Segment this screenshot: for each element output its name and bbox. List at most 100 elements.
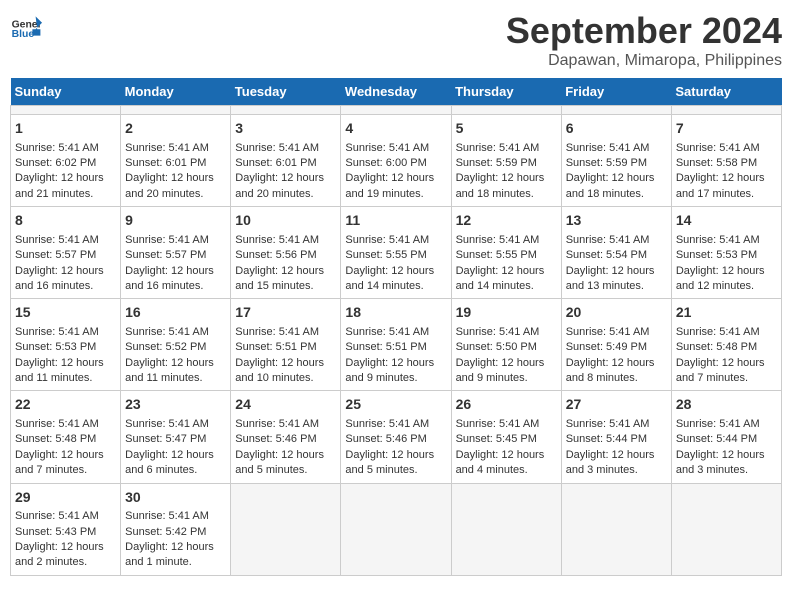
calendar-table: Sunday Monday Tuesday Wednesday Thursday… — [10, 78, 782, 576]
sunrise-label: Sunrise: 5:41 AM — [15, 326, 99, 338]
sunset-label: Sunset: 5:58 PM — [676, 157, 757, 169]
col-friday: Friday — [561, 78, 671, 106]
calendar-row: 22 Sunrise: 5:41 AM Sunset: 5:48 PM Dayl… — [11, 391, 782, 483]
logo: General Blue — [10, 10, 42, 42]
sunset-label: Sunset: 5:55 PM — [345, 249, 426, 261]
day-number: 13 — [566, 211, 667, 231]
calendar-row: 29 Sunrise: 5:41 AM Sunset: 5:43 PM Dayl… — [11, 483, 782, 575]
svg-text:Blue: Blue — [12, 29, 35, 40]
col-tuesday: Tuesday — [231, 78, 341, 106]
table-row: 10 Sunrise: 5:41 AM Sunset: 5:56 PM Dayl… — [231, 207, 341, 299]
col-monday: Monday — [121, 78, 231, 106]
table-row: 22 Sunrise: 5:41 AM Sunset: 5:48 PM Dayl… — [11, 391, 121, 483]
sunset-label: Sunset: 6:02 PM — [15, 157, 96, 169]
sunrise-label: Sunrise: 5:41 AM — [676, 142, 760, 154]
daylight-label: Daylight: 12 hours and 17 minutes. — [676, 172, 765, 199]
table-row: 26 Sunrise: 5:41 AM Sunset: 5:45 PM Dayl… — [451, 391, 561, 483]
daylight-label: Daylight: 12 hours and 14 minutes. — [345, 265, 434, 292]
table-row: 21 Sunrise: 5:41 AM Sunset: 5:48 PM Dayl… — [671, 299, 781, 391]
table-row — [671, 483, 781, 575]
day-number: 24 — [235, 395, 336, 415]
day-number: 12 — [456, 211, 557, 231]
daylight-label: Daylight: 12 hours and 18 minutes. — [566, 172, 655, 199]
daylight-label: Daylight: 12 hours and 2 minutes. — [15, 541, 104, 568]
table-row: 3 Sunrise: 5:41 AM Sunset: 6:01 PM Dayli… — [231, 115, 341, 207]
table-row: 1 Sunrise: 5:41 AM Sunset: 6:02 PM Dayli… — [11, 115, 121, 207]
sunset-label: Sunset: 5:43 PM — [15, 526, 96, 538]
table-row: 9 Sunrise: 5:41 AM Sunset: 5:57 PM Dayli… — [121, 207, 231, 299]
sunrise-label: Sunrise: 5:41 AM — [456, 418, 540, 430]
sunset-label: Sunset: 6:00 PM — [345, 157, 426, 169]
day-number: 10 — [235, 211, 336, 231]
calendar-row: 15 Sunrise: 5:41 AM Sunset: 5:53 PM Dayl… — [11, 299, 782, 391]
day-number: 23 — [125, 395, 226, 415]
day-number: 20 — [566, 303, 667, 323]
sunset-label: Sunset: 5:57 PM — [125, 249, 206, 261]
col-wednesday: Wednesday — [341, 78, 451, 106]
sunrise-label: Sunrise: 5:41 AM — [566, 234, 650, 246]
daylight-label: Daylight: 12 hours and 16 minutes. — [125, 265, 214, 292]
calendar-row — [11, 106, 782, 115]
day-number: 29 — [15, 488, 116, 508]
table-row: 27 Sunrise: 5:41 AM Sunset: 5:44 PM Dayl… — [561, 391, 671, 483]
sunrise-label: Sunrise: 5:41 AM — [345, 234, 429, 246]
calendar-header-row: Sunday Monday Tuesday Wednesday Thursday… — [11, 78, 782, 106]
table-row: 12 Sunrise: 5:41 AM Sunset: 5:55 PM Dayl… — [451, 207, 561, 299]
daylight-label: Daylight: 12 hours and 19 minutes. — [345, 172, 434, 199]
sunset-label: Sunset: 6:01 PM — [235, 157, 316, 169]
sunset-label: Sunset: 5:53 PM — [15, 341, 96, 353]
daylight-label: Daylight: 12 hours and 6 minutes. — [125, 449, 214, 476]
daylight-label: Daylight: 12 hours and 10 minutes. — [235, 357, 324, 384]
day-number: 14 — [676, 211, 777, 231]
daylight-label: Daylight: 12 hours and 20 minutes. — [235, 172, 324, 199]
daylight-label: Daylight: 12 hours and 9 minutes. — [345, 357, 434, 384]
day-number: 8 — [15, 211, 116, 231]
table-row — [121, 106, 231, 115]
sunrise-label: Sunrise: 5:41 AM — [456, 142, 540, 154]
day-number: 3 — [235, 119, 336, 139]
table-row: 29 Sunrise: 5:41 AM Sunset: 5:43 PM Dayl… — [11, 483, 121, 575]
sunrise-label: Sunrise: 5:41 AM — [345, 142, 429, 154]
day-number: 21 — [676, 303, 777, 323]
table-row: 16 Sunrise: 5:41 AM Sunset: 5:52 PM Dayl… — [121, 299, 231, 391]
sunrise-label: Sunrise: 5:41 AM — [125, 510, 209, 522]
daylight-label: Daylight: 12 hours and 3 minutes. — [676, 449, 765, 476]
day-number: 18 — [345, 303, 446, 323]
day-number: 9 — [125, 211, 226, 231]
daylight-label: Daylight: 12 hours and 20 minutes. — [125, 172, 214, 199]
table-row: 8 Sunrise: 5:41 AM Sunset: 5:57 PM Dayli… — [11, 207, 121, 299]
daylight-label: Daylight: 12 hours and 11 minutes. — [15, 357, 104, 384]
sunset-label: Sunset: 5:52 PM — [125, 341, 206, 353]
location-subtitle: Dapawan, Mimaropa, Philippines — [506, 52, 782, 70]
table-row — [561, 106, 671, 115]
daylight-label: Daylight: 12 hours and 3 minutes. — [566, 449, 655, 476]
table-row: 30 Sunrise: 5:41 AM Sunset: 5:42 PM Dayl… — [121, 483, 231, 575]
table-row: 20 Sunrise: 5:41 AM Sunset: 5:49 PM Dayl… — [561, 299, 671, 391]
table-row: 28 Sunrise: 5:41 AM Sunset: 5:44 PM Dayl… — [671, 391, 781, 483]
sunset-label: Sunset: 5:42 PM — [125, 526, 206, 538]
table-row — [451, 106, 561, 115]
table-row: 6 Sunrise: 5:41 AM Sunset: 5:59 PM Dayli… — [561, 115, 671, 207]
table-row: 23 Sunrise: 5:41 AM Sunset: 5:47 PM Dayl… — [121, 391, 231, 483]
daylight-label: Daylight: 12 hours and 12 minutes. — [676, 265, 765, 292]
sunset-label: Sunset: 5:48 PM — [15, 433, 96, 445]
daylight-label: Daylight: 12 hours and 21 minutes. — [15, 172, 104, 199]
sunrise-label: Sunrise: 5:41 AM — [676, 234, 760, 246]
table-row — [451, 483, 561, 575]
sunrise-label: Sunrise: 5:41 AM — [125, 326, 209, 338]
day-number: 28 — [676, 395, 777, 415]
sunrise-label: Sunrise: 5:41 AM — [235, 418, 319, 430]
day-number: 17 — [235, 303, 336, 323]
sunset-label: Sunset: 5:55 PM — [456, 249, 537, 261]
logo-icon: General Blue — [10, 10, 42, 42]
daylight-label: Daylight: 12 hours and 7 minutes. — [676, 357, 765, 384]
sunset-label: Sunset: 5:45 PM — [456, 433, 537, 445]
sunrise-label: Sunrise: 5:41 AM — [345, 326, 429, 338]
sunrise-label: Sunrise: 5:41 AM — [125, 418, 209, 430]
table-row: 13 Sunrise: 5:41 AM Sunset: 5:54 PM Dayl… — [561, 207, 671, 299]
sunrise-label: Sunrise: 5:41 AM — [125, 142, 209, 154]
table-row: 5 Sunrise: 5:41 AM Sunset: 5:59 PM Dayli… — [451, 115, 561, 207]
sunset-label: Sunset: 5:50 PM — [456, 341, 537, 353]
table-row: 4 Sunrise: 5:41 AM Sunset: 6:00 PM Dayli… — [341, 115, 451, 207]
daylight-label: Daylight: 12 hours and 5 minutes. — [235, 449, 324, 476]
